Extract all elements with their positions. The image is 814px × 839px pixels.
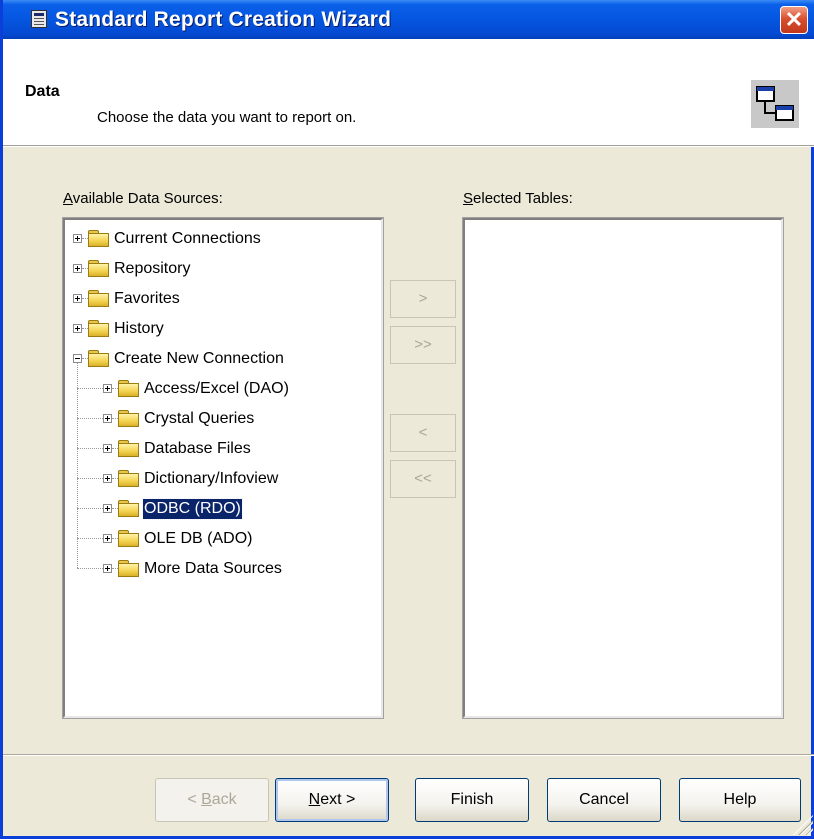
- tree-item[interactable]: History: [65, 318, 365, 342]
- app-icon: [31, 10, 47, 28]
- folder-icon: [88, 260, 109, 277]
- add-all-button[interactable]: >>: [390, 326, 456, 364]
- add-button[interactable]: >: [390, 280, 456, 318]
- expand-icon[interactable]: [103, 414, 112, 423]
- folder-icon: [88, 320, 109, 337]
- available-sources-label: Available Data Sources:: [63, 190, 223, 207]
- back-button[interactable]: < Back: [155, 778, 269, 822]
- close-button[interactable]: ✕: [780, 6, 808, 34]
- expand-icon[interactable]: [73, 234, 82, 243]
- folder-icon: [88, 230, 109, 247]
- expand-icon[interactable]: [103, 384, 112, 393]
- folder-icon: [118, 530, 139, 547]
- next-button[interactable]: Next >: [275, 778, 389, 822]
- available-sources-tree[interactable]: Current Connections Repository Favorites Hi…: [62, 217, 384, 719]
- tree-connector: [77, 448, 103, 449]
- folder-icon: [118, 500, 139, 517]
- tree-connector: [77, 388, 103, 389]
- expand-icon[interactable]: [103, 474, 112, 483]
- wizard-window: Standard Report Creation Wizard ✕ Data C…: [0, 0, 814, 839]
- tree-item-label: Current Connections: [114, 230, 261, 247]
- tree-item[interactable]: Create New Connection: [65, 348, 365, 372]
- footer-separator: [3, 754, 814, 756]
- folder-icon: [118, 410, 139, 427]
- tree-item[interactable]: More Data Sources: [65, 558, 365, 582]
- expand-icon[interactable]: [103, 504, 112, 513]
- remove-button[interactable]: <: [390, 414, 456, 452]
- tree-item[interactable]: Access/Excel (DAO): [65, 378, 365, 402]
- data-link-icon: [751, 80, 799, 128]
- title-bar[interactable]: Standard Report Creation Wizard ✕: [3, 0, 814, 39]
- folder-icon: [118, 560, 139, 577]
- help-button[interactable]: Help: [679, 778, 801, 822]
- tree-connector: [77, 508, 103, 509]
- finish-button[interactable]: Finish: [415, 778, 529, 822]
- tree-connector: [77, 418, 103, 419]
- tree-item-label: Favorites: [114, 290, 180, 307]
- tree-connector: [77, 568, 103, 569]
- expand-icon[interactable]: [103, 564, 112, 573]
- tree-item[interactable]: Dictionary/Infoview: [65, 468, 365, 492]
- folder-icon: [118, 440, 139, 457]
- folder-icon: [118, 380, 139, 397]
- expand-icon[interactable]: [73, 324, 82, 333]
- tree-item-label: Repository: [114, 260, 191, 277]
- folder-icon: [118, 470, 139, 487]
- tree-item-label: History: [114, 320, 164, 337]
- tree-item[interactable]: Current Connections: [65, 228, 365, 252]
- tree-item-label: Create New Connection: [114, 350, 284, 367]
- expand-icon[interactable]: [103, 444, 112, 453]
- tree-item[interactable]: Repository: [65, 258, 365, 282]
- cancel-button[interactable]: Cancel: [547, 778, 661, 822]
- tree-item[interactable]: ODBC (RDO): [65, 498, 365, 522]
- tree-item[interactable]: Favorites: [65, 288, 365, 312]
- tree-item-label: OLE DB (ADO): [144, 530, 253, 547]
- tree-item-label: Database Files: [144, 440, 251, 457]
- tree-connector: [77, 478, 103, 479]
- remove-all-button[interactable]: <<: [390, 460, 456, 498]
- wizard-header: Data Choose the data you want to report …: [3, 39, 814, 146]
- tree-connector: [77, 538, 103, 539]
- tree-item-label: Crystal Queries: [144, 410, 255, 427]
- tree-item-label: ODBC (RDO): [142, 498, 243, 520]
- expand-icon[interactable]: [103, 534, 112, 543]
- folder-icon: [88, 290, 109, 307]
- page-title: Data: [25, 83, 60, 100]
- tree-item-label: More Data Sources: [144, 560, 282, 577]
- expand-icon[interactable]: [73, 294, 82, 303]
- tree-item[interactable]: Crystal Queries: [65, 408, 365, 432]
- tree-item[interactable]: Database Files: [65, 438, 365, 462]
- selected-tables-list[interactable]: [462, 217, 784, 719]
- expand-icon[interactable]: [73, 264, 82, 273]
- tree-item-label: Access/Excel (DAO): [144, 380, 289, 397]
- folder-icon: [88, 350, 109, 367]
- page-subtitle: Choose the data you want to report on.: [97, 109, 357, 126]
- selected-tables-label: Selected Tables:: [463, 190, 573, 207]
- tree-item[interactable]: OLE DB (ADO): [65, 528, 365, 552]
- collapse-icon[interactable]: [73, 354, 82, 363]
- window-title: Standard Report Creation Wizard: [55, 8, 392, 31]
- tree-item-label: Dictionary/Infoview: [144, 470, 279, 487]
